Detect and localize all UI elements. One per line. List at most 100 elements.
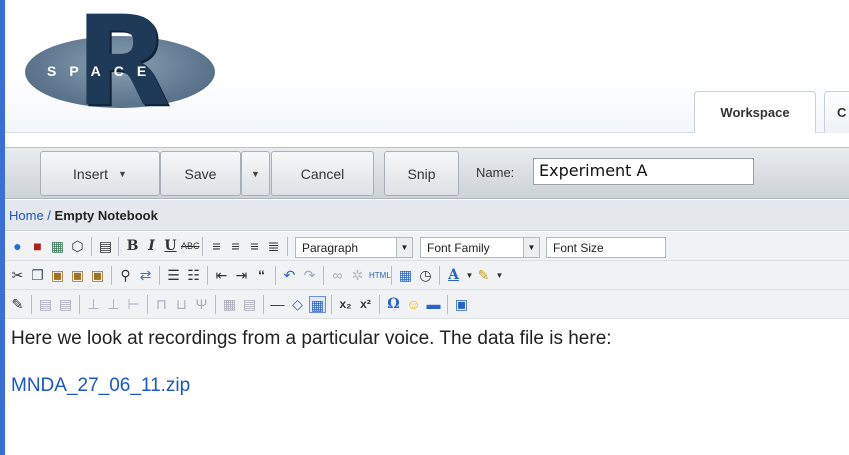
align-justify-icon[interactable]: ≣ [265, 238, 282, 255]
table-rows-icon[interactable]: ▤ [241, 296, 258, 313]
font-size-select[interactable]: Font Size [546, 237, 666, 258]
logo-letter: R [75, 0, 170, 134]
subscript-icon[interactable]: x₂ [337, 296, 354, 313]
content-paragraph: Here we look at recordings from a partic… [11, 328, 612, 349]
calendar-icon[interactable]: ▦ [397, 267, 414, 284]
redo-icon[interactable]: ↷ [301, 267, 318, 284]
insert-button[interactable]: Insert ▼ [40, 151, 160, 196]
paste-icon[interactable]: ▣ [49, 267, 66, 284]
html-icon[interactable]: HTML [369, 267, 391, 284]
tab-next[interactable]: C [824, 91, 849, 133]
shield-icon[interactable]: ⬡ [69, 238, 86, 255]
blockquote-icon[interactable]: “ [253, 267, 270, 284]
editor-toolbar-row-1: ● ■ ▦ ⬡ ▤ B I U ABC ≡ ≡ ≡ ≣ Paragraph ▼ … [5, 232, 849, 261]
separator [263, 295, 264, 314]
format-select[interactable]: Paragraph ▼ [295, 237, 413, 258]
page: R SPACE Workspace C Insert ▼ Save ▼ Canc… [5, 0, 849, 455]
rspace-logo[interactable]: R SPACE [25, 0, 215, 124]
paste-word-icon[interactable]: ▣ [89, 267, 106, 284]
align-left-icon[interactable]: ≡ [208, 238, 225, 255]
unlink-icon[interactable]: ✲ [349, 267, 366, 284]
text-color-icon[interactable]: A [445, 267, 462, 284]
delete-row-icon[interactable]: ⊥ [105, 296, 122, 313]
keyboard-icon[interactable]: ▤ [97, 238, 114, 255]
chevron-down-icon: ▼ [396, 238, 412, 257]
fullscreen-icon[interactable]: ▣ [453, 296, 470, 313]
chevron-down-icon[interactable]: ▼ [491, 267, 508, 284]
undo-icon[interactable]: ↶ [281, 267, 298, 284]
font-family-select[interactable]: Font Family ▼ [420, 237, 540, 258]
indent-icon[interactable]: ⇥ [233, 267, 250, 284]
insert-col-icon[interactable]: ⊢ [125, 296, 142, 313]
smiley-icon[interactable]: ☺ [405, 296, 422, 313]
cut-icon[interactable]: ✂ [9, 267, 26, 284]
paste-text-icon[interactable]: ▣ [69, 267, 86, 284]
align-right-icon[interactable]: ≡ [246, 238, 263, 255]
line-icon[interactable]: ▬ [425, 296, 442, 313]
strikethrough-icon[interactable]: ABC [181, 238, 200, 255]
separator [391, 266, 392, 285]
hr-icon[interactable]: — [269, 296, 286, 313]
split-cell-icon[interactable]: ⊓ [153, 296, 170, 313]
separator [331, 295, 332, 314]
separator [275, 266, 276, 285]
separator [111, 266, 112, 285]
separator [79, 295, 80, 314]
bullet-list-icon[interactable]: ☰ [165, 267, 182, 284]
underline-icon[interactable]: U [162, 238, 179, 255]
table-cells-icon[interactable]: ▦ [221, 296, 238, 313]
bold-icon[interactable]: B [124, 238, 141, 255]
numbered-list-icon[interactable]: ☷ [185, 267, 202, 284]
editor-toolbar-row-3: ✎ ▤ ▤ ⊥ ⊥ ⊢ ⊓ ⊔ Ψ ▦ ▤ — ◇ ▦ x₂ x² Ω ☺ ▬ … [5, 290, 849, 319]
breadcrumb-home-link[interactable]: Home [9, 208, 44, 223]
document-toolbar: Insert ▼ Save ▼ Cancel Snip Name: Experi… [5, 147, 849, 199]
separator [118, 237, 119, 256]
superscript-icon[interactable]: x² [357, 296, 374, 313]
table-props-icon[interactable]: ▤ [57, 296, 74, 313]
save-button[interactable]: Save [160, 151, 241, 196]
visual-aid-icon[interactable]: ▦ [309, 296, 326, 313]
name-input[interactable]: Experiment A [533, 158, 754, 185]
separator [91, 237, 92, 256]
separator [287, 237, 288, 256]
save-dropdown-button[interactable]: ▼ [241, 151, 270, 196]
eraser-icon[interactable]: ◇ [289, 296, 306, 313]
merge-cell-icon[interactable]: ⊔ [173, 296, 190, 313]
insert-col-after-icon[interactable]: Ψ [193, 296, 210, 313]
tab-workspace[interactable]: Workspace [694, 91, 816, 133]
omega-icon[interactable]: Ω [385, 296, 402, 313]
replace-icon[interactable]: ⇄ [137, 267, 154, 284]
grid-image-icon[interactable]: ▦ [49, 238, 66, 255]
font-family-select-value: Font Family [427, 241, 490, 255]
speech-bubble-icon[interactable]: ● [9, 238, 26, 255]
find-icon[interactable]: ⚲ [117, 267, 134, 284]
film-strip-icon[interactable]: ■ [29, 238, 46, 255]
table-icon[interactable]: ▤ [37, 296, 54, 313]
format-select-value: Paragraph [302, 241, 359, 255]
separator [215, 295, 216, 314]
separator [379, 295, 380, 314]
separator [159, 266, 160, 285]
cancel-button[interactable]: Cancel [271, 151, 374, 196]
separator [323, 266, 324, 285]
italic-icon[interactable]: I [143, 238, 160, 255]
separator [207, 266, 208, 285]
copy-icon[interactable]: ❐ [29, 267, 46, 284]
logo-word: SPACE [47, 63, 160, 79]
outdent-icon[interactable]: ⇤ [213, 267, 230, 284]
breadcrumb: Home / Empty Notebook [5, 200, 849, 231]
insert-label: Insert [73, 165, 109, 182]
editor-content[interactable]: Here we look at recordings from a partic… [5, 320, 849, 455]
highlight-icon[interactable]: ✎ [475, 267, 492, 284]
breadcrumb-current: Empty Notebook [54, 208, 158, 223]
header: R SPACE Workspace C [5, 0, 849, 133]
link-icon[interactable]: ∞ [329, 267, 346, 284]
insert-row-icon[interactable]: ⊥ [85, 296, 102, 313]
edit-icon[interactable]: ✎ [9, 296, 26, 313]
data-file-link[interactable]: MNDA_27_06_11.zip [11, 375, 190, 397]
separator [447, 295, 448, 314]
font-size-select-value: Font Size [553, 241, 604, 255]
clock-icon[interactable]: ◷ [417, 267, 434, 284]
align-center-icon[interactable]: ≡ [227, 238, 244, 255]
snip-button[interactable]: Snip [384, 151, 459, 196]
